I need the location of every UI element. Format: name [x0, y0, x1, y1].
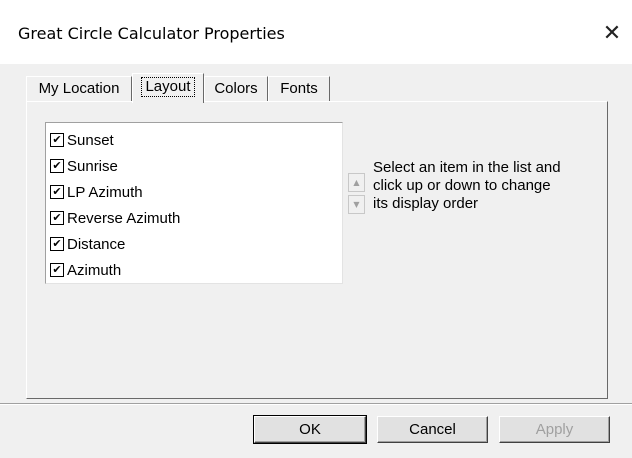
window-title: Great Circle Calculator Properties — [18, 24, 285, 43]
tab-label: Colors — [214, 80, 258, 97]
arrow-up-icon: ▲ — [353, 178, 360, 187]
check-icon: ✔ — [52, 237, 62, 250]
check-icon: ✔ — [52, 211, 62, 224]
list-item-label: Azimuth — [67, 261, 122, 279]
title-bar: Great Circle Calculator Properties ✕ — [0, 0, 632, 64]
list-item-sunrise[interactable]: ✔ Sunrise — [50, 153, 118, 179]
cancel-button[interactable]: Cancel — [377, 416, 488, 443]
distance-checkbox[interactable]: ✔ — [50, 237, 64, 251]
ok-button[interactable]: OK — [253, 415, 367, 444]
ok-button-label: OK — [299, 421, 321, 438]
dialog-body: My Location Layout Colors Fonts ✔ Sunset… — [0, 64, 632, 458]
reorder-hint-text: Select an item in the list and click up … — [373, 159, 613, 213]
list-item-label: Sunset — [67, 131, 114, 149]
check-icon: ✔ — [52, 185, 62, 198]
tab-fonts[interactable]: Fonts — [268, 76, 330, 101]
cancel-button-label: Cancel — [409, 421, 456, 438]
tab-layout[interactable]: Layout — [132, 73, 204, 103]
list-item-label: Reverse Azimuth — [67, 209, 181, 227]
hint-line: Select an item in the list and — [373, 159, 561, 176]
tab-label: Layout — [141, 77, 195, 97]
move-up-button[interactable]: ▲ — [348, 173, 365, 192]
list-item-label: LP Azimuth — [67, 183, 143, 201]
move-down-button[interactable]: ▼ — [348, 195, 365, 214]
lp-azimuth-checkbox[interactable]: ✔ — [50, 185, 64, 199]
apply-button-label: Apply — [535, 421, 574, 438]
check-icon: ✔ — [52, 133, 62, 146]
apply-button[interactable]: Apply — [499, 416, 610, 443]
list-item-label: Distance — [67, 235, 126, 253]
tab-label: My Location — [38, 80, 120, 97]
list-item-label: Sunrise — [67, 157, 118, 175]
hint-line: click up or down to change — [373, 177, 551, 194]
arrow-down-icon: ▼ — [353, 200, 360, 209]
list-item-lp-azimuth[interactable]: ✔ LP Azimuth — [50, 179, 143, 205]
check-icon: ✔ — [52, 159, 62, 172]
sunset-checkbox[interactable]: ✔ — [50, 133, 64, 147]
close-icon: ✕ — [602, 20, 622, 46]
hint-line: its display order — [373, 195, 479, 212]
list-item-azimuth[interactable]: ✔ Azimuth — [50, 257, 121, 283]
list-item-reverse-azimuth[interactable]: ✔ Reverse Azimuth — [50, 205, 180, 231]
close-button[interactable]: ✕ — [592, 14, 632, 52]
list-item-distance[interactable]: ✔ Distance — [50, 231, 125, 257]
check-icon: ✔ — [52, 263, 62, 276]
sunrise-checkbox[interactable]: ✔ — [50, 159, 64, 173]
layout-tab-panel: ✔ Sunset ✔ Sunrise ✔ LP Azimuth ✔ Revers… — [26, 101, 608, 399]
tab-colors[interactable]: Colors — [204, 76, 268, 101]
list-item-sunset[interactable]: ✔ Sunset — [50, 127, 114, 153]
reverse-azimuth-checkbox[interactable]: ✔ — [50, 211, 64, 225]
azimuth-checkbox[interactable]: ✔ — [50, 263, 64, 277]
tab-my-location[interactable]: My Location — [26, 76, 132, 101]
display-items-list[interactable]: ✔ Sunset ✔ Sunrise ✔ LP Azimuth ✔ Revers… — [45, 122, 343, 284]
footer-divider-highlight — [0, 404, 632, 405]
tab-label: Fonts — [280, 80, 318, 97]
